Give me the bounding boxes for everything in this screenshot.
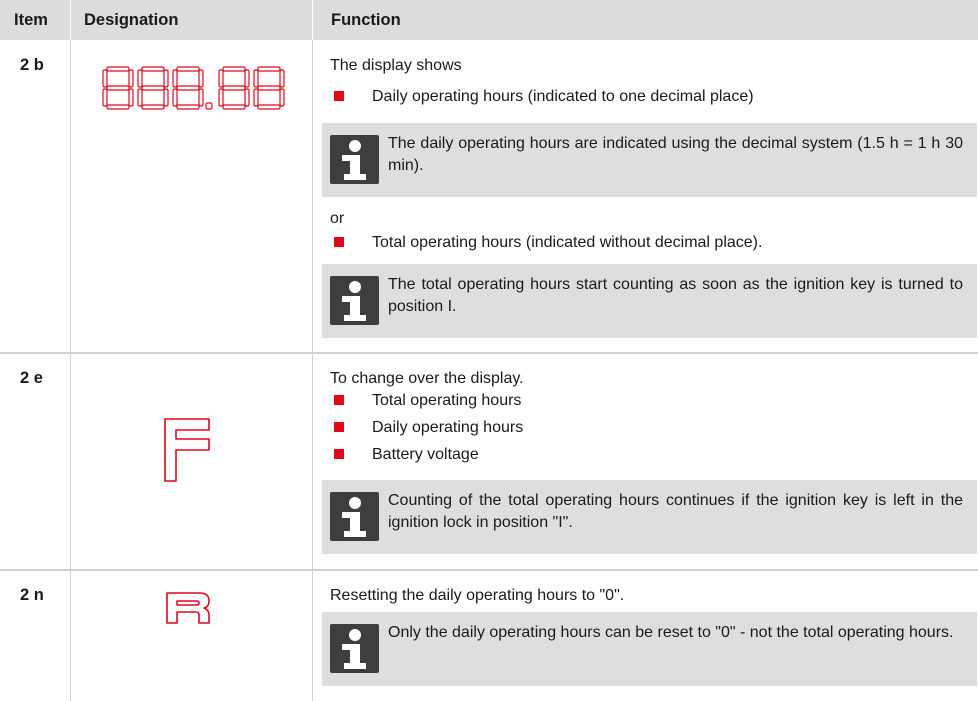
- segment-digit-4: [222, 85, 246, 91]
- note-text: The total operating hours start counting…: [388, 276, 963, 315]
- header-divider-2: [312, 0, 313, 40]
- note-box: The total operating hours start counting…: [322, 264, 977, 338]
- info-icon: [330, 624, 379, 673]
- segment-digit-1: [106, 66, 130, 72]
- row-divider-2: [0, 569, 978, 571]
- row-2e-bullet-3: Battery voltage: [372, 446, 479, 463]
- header-function: Function: [331, 11, 401, 29]
- segment-digit-4: [218, 69, 224, 88]
- row-2n-intro: Resetting the daily operating hours to "…: [330, 587, 625, 604]
- item-2n: 2 n: [20, 586, 44, 604]
- seven-segment-display-icon: [101, 66, 286, 115]
- segment-digit-4: [222, 104, 246, 110]
- row-2e-bullet-2: Daily operating hours: [372, 419, 524, 436]
- info-icon: [330, 492, 379, 541]
- row-2e-bullet-1: Total operating hours: [372, 392, 522, 409]
- row-2b-bullet-2: Total operating hours (indicated without…: [372, 234, 763, 251]
- segment-digit-4: [244, 88, 250, 107]
- header-designation: Designation: [84, 11, 179, 29]
- segment-digit-5: [279, 69, 285, 88]
- segment-digit-2: [163, 69, 169, 88]
- segment-digit-3: [172, 88, 178, 107]
- info-icon: [330, 276, 379, 325]
- segment-digit-3: [198, 88, 204, 107]
- segment-digit-3: [176, 66, 200, 72]
- row-2b-bullet-1: Daily operating hours (indicated to one …: [372, 88, 754, 105]
- column-divider-2: [312, 0, 313, 701]
- segment-digit-1: [102, 88, 108, 107]
- item-2e: 2 e: [20, 369, 43, 387]
- bullet-marker: [334, 395, 344, 405]
- segment-digit-2: [137, 69, 143, 88]
- segment-digit-2: [141, 104, 165, 110]
- note-text: The daily operating hours are indicated …: [388, 135, 963, 174]
- column-divider-1: [70, 0, 71, 701]
- note-box: Only the daily operating hours can be re…: [322, 612, 977, 686]
- segment-digit-4: [244, 69, 250, 88]
- note-text: Only the daily operating hours can be re…: [388, 624, 954, 641]
- segment-digit-5: [257, 104, 281, 110]
- segment-digit-2: [137, 88, 143, 107]
- segment-digit-2: [141, 85, 165, 91]
- segment-digit-1: [128, 88, 134, 107]
- bullet-marker: [334, 91, 344, 101]
- r-key-icon: [166, 592, 210, 629]
- header-divider-1: [70, 0, 71, 40]
- item-2b: 2 b: [20, 56, 44, 74]
- segment-digit-3: [176, 85, 200, 91]
- segment-digit-2: [163, 88, 169, 107]
- segment-digit-1: [106, 104, 130, 110]
- segment-digit-5: [279, 88, 285, 107]
- row-2b-intro: The display shows: [330, 57, 462, 74]
- f-key-icon: [164, 418, 210, 487]
- segment-digit-3: [172, 69, 178, 88]
- segment-digit-1: [128, 69, 134, 88]
- segment-digit-5: [257, 85, 281, 91]
- segment-digit-5: [253, 88, 259, 107]
- segment-digit-3: [176, 104, 200, 110]
- bullet-marker: [334, 449, 344, 459]
- info-icon: [330, 135, 379, 184]
- bullet-marker: [334, 422, 344, 432]
- segment-decimal-point: [205, 102, 213, 110]
- note-text: Counting of the total operating hours co…: [388, 492, 963, 531]
- note-box: The daily operating hours are indicated …: [322, 123, 977, 197]
- table-header: Item Designation Function: [0, 0, 978, 40]
- segment-digit-4: [218, 88, 224, 107]
- segment-digit-5: [253, 69, 259, 88]
- segment-digit-1: [102, 69, 108, 88]
- segment-digit-2: [141, 66, 165, 72]
- segment-digit-1: [106, 85, 130, 91]
- row-divider-1: [0, 352, 978, 354]
- segment-digit-4: [222, 66, 246, 72]
- row-2b-or: or: [330, 210, 345, 227]
- note-box: Counting of the total operating hours co…: [322, 480, 977, 554]
- segment-digit-3: [198, 69, 204, 88]
- segment-digit-5: [257, 66, 281, 72]
- header-item: Item: [14, 11, 48, 29]
- bullet-marker: [334, 237, 344, 247]
- row-2e-intro: To change over the display.: [330, 370, 524, 387]
